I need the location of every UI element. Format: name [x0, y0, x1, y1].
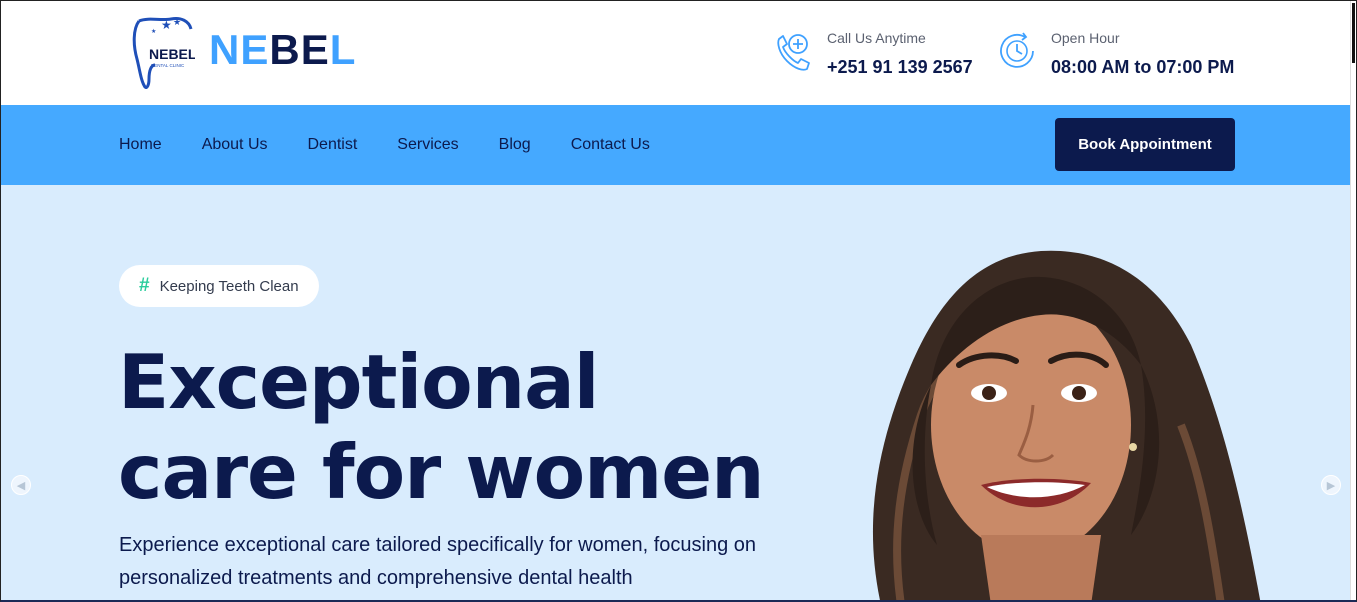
scrollbar-thumb[interactable] — [1352, 3, 1355, 63]
headline-line-2: care for women — [118, 428, 765, 516]
svg-text:★: ★ — [151, 28, 156, 35]
page-scrollbar[interactable] — [1350, 1, 1356, 600]
nav-item-dentist[interactable]: Dentist — [308, 135, 358, 155]
nav-item-about-us[interactable]: About Us — [202, 135, 268, 155]
site-header: ★ ★ ★ NEBEL DENTAL CLINIC NEBEL Call Us … — [1, 1, 1351, 105]
carousel-next-button[interactable]: ▶ — [1321, 475, 1341, 495]
nav-item-home[interactable]: Home — [119, 135, 162, 155]
logo-subtext: DENTAL CLINIC — [151, 63, 185, 68]
hero-section: # Keeping Teeth Clean Exceptional care f… — [1, 185, 1351, 600]
hours-value: 08:00 AM to 07:00 PM — [1051, 57, 1235, 77]
phone-plus-icon — [777, 34, 810, 71]
brand-name[interactable]: NEBEL — [209, 27, 356, 73]
hours-info: Open Hour 08:00 AM to 07:00 PM — [995, 29, 1234, 78]
nav-item-contact-us[interactable]: Contact Us — [571, 135, 650, 155]
main-nav: Home About Us Dentist Services Blog Cont… — [1, 105, 1351, 185]
phone-number[interactable]: +251 91 139 2567 — [827, 56, 973, 78]
carousel-prev-button[interactable]: ◀ — [11, 475, 31, 495]
hero-headline: Exceptional care for women — [118, 337, 818, 517]
hero-tag-label: Keeping Teeth Clean — [159, 277, 299, 295]
brand-part-l: L — [329, 26, 357, 73]
headline-line-1: Exceptional — [118, 338, 599, 426]
call-info: Call Us Anytime +251 91 139 2567 — [771, 29, 973, 78]
browser-frame: ★ ★ ★ NEBEL DENTAL CLINIC NEBEL Call Us … — [0, 0, 1357, 602]
clock-icon — [1000, 32, 1034, 68]
brand-part-be: BE — [269, 26, 330, 73]
nav-item-blog[interactable]: Blog — [499, 135, 531, 155]
svg-text:★: ★ — [173, 17, 181, 27]
logo-text: NEBEL — [149, 46, 195, 62]
brand-part-ne: NE — [209, 26, 270, 73]
hero-description: Experience exceptional care tailored spe… — [119, 534, 757, 589]
woman-smiling-photo — [873, 250, 1261, 600]
tooth-logo-icon[interactable]: ★ ★ ★ NEBEL DENTAL CLINIC — [131, 15, 195, 89]
hash-icon: # — [139, 275, 150, 296]
hours-label: Open Hour — [1051, 30, 1120, 46]
book-appointment-button[interactable]: Book Appointment — [1055, 118, 1235, 171]
nav-item-services[interactable]: Services — [397, 135, 458, 155]
call-label: Call Us Anytime — [827, 30, 926, 46]
hero-tag: # Keeping Teeth Clean — [119, 265, 319, 307]
svg-text:★: ★ — [161, 18, 172, 32]
